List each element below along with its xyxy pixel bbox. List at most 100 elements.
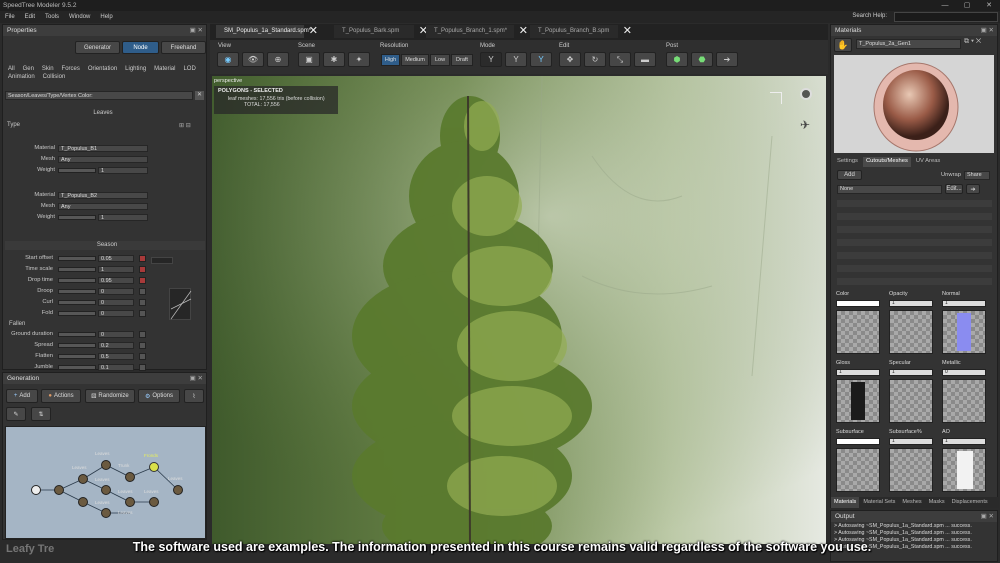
close-tab-icon[interactable]: ✕ bbox=[309, 25, 318, 38]
menu-help[interactable]: Help bbox=[95, 14, 117, 20]
resolution-low-button[interactable]: Low bbox=[430, 54, 450, 66]
tab-all[interactable]: All bbox=[5, 65, 18, 73]
tab-collision[interactable]: Collision bbox=[40, 73, 69, 81]
minimize-button[interactable]: — bbox=[934, 0, 956, 11]
specular-map-value[interactable]: 1 bbox=[889, 369, 933, 376]
weight-slider[interactable] bbox=[58, 215, 96, 220]
curve-toggle-icon[interactable] bbox=[139, 299, 146, 306]
opacity-map-value[interactable]: 1 bbox=[889, 300, 933, 307]
scene-bounds-icon[interactable]: ▣ bbox=[298, 52, 320, 67]
ground-duration-slider[interactable] bbox=[58, 332, 96, 337]
frames-icon[interactable]: ⇅ bbox=[31, 407, 51, 421]
normal-map-slot[interactable] bbox=[942, 310, 986, 354]
edit-cutout-button[interactable]: Edit... bbox=[945, 184, 963, 194]
mesh-select[interactable]: Any bbox=[58, 156, 148, 163]
branch-node[interactable] bbox=[78, 474, 88, 484]
weight-field[interactable]: 1 bbox=[98, 167, 148, 174]
subsurface-map-slot[interactable] bbox=[836, 448, 880, 492]
tab-material-sets[interactable]: Material Sets bbox=[860, 497, 898, 508]
tab-cutouts-meshes[interactable]: Cutouts/Meshes bbox=[862, 157, 911, 167]
mesh-select[interactable]: Any bbox=[58, 203, 148, 210]
tab-lighting[interactable]: Lighting bbox=[122, 65, 149, 73]
tab-materials[interactable]: Materials bbox=[831, 497, 860, 508]
material-select[interactable]: T_Populus_B1 bbox=[58, 145, 148, 152]
curve-toggle-icon[interactable] bbox=[139, 364, 146, 371]
options-button[interactable]: ⚙ Options bbox=[138, 389, 180, 403]
menu-edit[interactable]: Edit bbox=[20, 14, 40, 20]
metallic-map-slot[interactable] bbox=[942, 379, 986, 423]
subsurface-percent-map-slot[interactable] bbox=[889, 448, 933, 492]
fronds-node[interactable] bbox=[149, 462, 159, 472]
opacity-map-slot[interactable] bbox=[889, 310, 933, 354]
post-lod-icon[interactable]: ⬢ bbox=[666, 52, 688, 67]
mode-freehand-icon[interactable]: Y bbox=[530, 52, 552, 67]
fold-slider[interactable] bbox=[58, 311, 96, 316]
menu-tools[interactable]: Tools bbox=[40, 14, 64, 20]
camera-orbit-icon[interactable] bbox=[800, 88, 812, 100]
search-help-input[interactable] bbox=[894, 12, 998, 22]
panel-controls-icon[interactable]: ▣ ✕ bbox=[190, 373, 203, 384]
flatten-field[interactable]: 0.5 bbox=[98, 353, 134, 360]
leaves-node[interactable] bbox=[173, 485, 183, 495]
leaves-node[interactable] bbox=[149, 497, 159, 507]
mode-node-icon[interactable]: Y bbox=[505, 52, 527, 67]
resolution-medium-button[interactable]: Medium bbox=[401, 54, 429, 66]
wind-direction-icon[interactable]: ✈ bbox=[800, 118, 812, 134]
jumble-field[interactable]: 0.1 bbox=[98, 364, 134, 371]
generation-node-graph[interactable]: Leaves Leaves Leaves Trunk Fronds Leaves… bbox=[5, 426, 206, 539]
panel-controls-icon[interactable]: ▣ ✕ bbox=[190, 25, 203, 36]
curve-preview[interactable] bbox=[169, 288, 192, 320]
curve-toggle-icon[interactable] bbox=[139, 342, 146, 349]
tab-meshes[interactable]: Meshes bbox=[899, 497, 924, 508]
curl-slider[interactable] bbox=[58, 300, 96, 305]
ao-map-value[interactable]: 1 bbox=[942, 438, 986, 445]
tree-root-node[interactable] bbox=[31, 485, 41, 495]
doc-tab-branch-1[interactable]: T_Populus_Branch_1.spm* ✕ bbox=[426, 25, 528, 38]
drop-time-field[interactable]: 0.95 bbox=[98, 277, 134, 284]
tab-skin[interactable]: Skin bbox=[39, 65, 57, 73]
scene-light-icon[interactable]: ✦ bbox=[348, 52, 370, 67]
leaves-node[interactable] bbox=[101, 485, 111, 495]
scene-wind-icon[interactable]: ✱ bbox=[323, 52, 345, 67]
curve-toggle-icon[interactable] bbox=[139, 310, 146, 317]
gloss-map-value[interactable]: 1 bbox=[836, 369, 880, 376]
leaves-node[interactable] bbox=[125, 472, 135, 482]
curve-toggle-icon[interactable] bbox=[139, 331, 146, 338]
tab-animation[interactable]: Animation bbox=[5, 73, 38, 81]
material-actions-icon[interactable]: ⧉ ▾ ✕ bbox=[964, 38, 981, 46]
curl-field[interactable]: 0 bbox=[98, 299, 134, 306]
menu-window[interactable]: Window bbox=[64, 14, 95, 20]
curve-toggle-icon[interactable] bbox=[139, 353, 146, 360]
time-scale-field[interactable]: 1 bbox=[98, 266, 134, 273]
jumble-slider[interactable] bbox=[58, 365, 96, 370]
node-button[interactable]: Node bbox=[122, 41, 159, 54]
doc-tab-branch-b[interactable]: T_Populus_Branch_B.spm ✕ bbox=[530, 25, 632, 38]
leaves-node[interactable] bbox=[125, 497, 135, 507]
tab-gen[interactable]: Gen bbox=[20, 65, 37, 73]
clear-search-icon[interactable]: ✕ bbox=[195, 91, 204, 100]
generator-button[interactable]: Generator bbox=[75, 41, 120, 54]
tab-forces[interactable]: Forces bbox=[59, 65, 83, 73]
material-selector[interactable]: T_Populus_2a_Gen1 bbox=[856, 39, 961, 49]
freehand-button[interactable]: Freehand bbox=[161, 41, 206, 54]
leaves-node[interactable] bbox=[101, 460, 111, 470]
tab-uv-areas[interactable]: UV Areas bbox=[913, 157, 944, 167]
normal-map-value[interactable]: 1 bbox=[942, 300, 986, 307]
specular-map-slot[interactable] bbox=[889, 379, 933, 423]
view-zoom-icon[interactable]: ⊕ bbox=[267, 52, 289, 67]
branch-node[interactable] bbox=[78, 497, 88, 507]
time-scale-slider[interactable] bbox=[58, 267, 96, 272]
subsurface-percent-map-value[interactable]: 1 bbox=[889, 438, 933, 445]
keyframe-icon[interactable] bbox=[139, 277, 146, 284]
3d-viewport[interactable]: perspective POLYGONS - SELECTED leaf mes… bbox=[212, 76, 826, 544]
tab-settings[interactable]: Settings bbox=[834, 157, 861, 167]
hand-tool-icon[interactable]: ✋ bbox=[834, 38, 852, 52]
property-search-input[interactable]: Season/Leaves/Type/Vertex Color: bbox=[5, 91, 193, 100]
leaves-node[interactable] bbox=[101, 508, 111, 518]
close-window-button[interactable]: ✕ bbox=[978, 0, 1000, 11]
resolution-draft-button[interactable]: Draft bbox=[451, 54, 473, 66]
cutout-add-button[interactable]: Add bbox=[837, 170, 862, 180]
fold-field[interactable]: 0 bbox=[98, 310, 134, 317]
spread-field[interactable]: 0.2 bbox=[98, 342, 134, 349]
tab-material[interactable]: Material bbox=[151, 65, 178, 73]
